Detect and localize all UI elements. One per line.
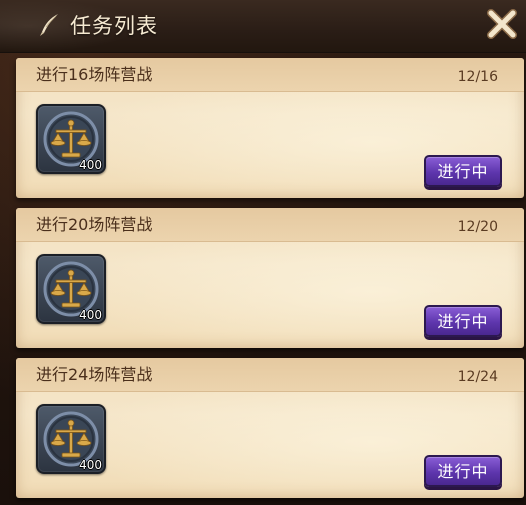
reward-count: 400 — [79, 308, 102, 322]
in-progress-button[interactable]: 进行中 — [424, 155, 502, 187]
reward-count: 400 — [79, 458, 102, 472]
quill-icon — [40, 14, 58, 36]
close-icon[interactable] — [482, 4, 522, 44]
task-list-window: 任务列表 进行16场阵营战 12/16 400 进行中 进行20场阵营战 12/… — [0, 0, 526, 505]
task-title: 进行20场阵营战 — [36, 215, 153, 234]
page-title: 任务列表 — [70, 14, 158, 38]
task-card: 进行20场阵营战 12/20 400 进行中 — [16, 208, 524, 348]
task-progress: 12/24 — [457, 369, 498, 385]
task-card: 进行16场阵营战 12/16 400 进行中 — [16, 58, 524, 198]
reward-item[interactable]: 400 — [36, 104, 106, 174]
task-progress: 12/16 — [457, 69, 498, 85]
task-title: 进行24场阵营战 — [36, 365, 153, 384]
window-header: 任务列表 — [0, 0, 526, 53]
task-title: 进行16场阵营战 — [36, 65, 153, 84]
task-progress: 12/20 — [457, 219, 498, 235]
reward-count: 400 — [79, 158, 102, 172]
reward-item[interactable]: 400 — [36, 404, 106, 474]
task-card: 进行24场阵营战 12/24 400 进行中 — [16, 358, 524, 498]
in-progress-button[interactable]: 进行中 — [424, 455, 502, 487]
reward-item[interactable]: 400 — [36, 254, 106, 324]
in-progress-button[interactable]: 进行中 — [424, 305, 502, 337]
